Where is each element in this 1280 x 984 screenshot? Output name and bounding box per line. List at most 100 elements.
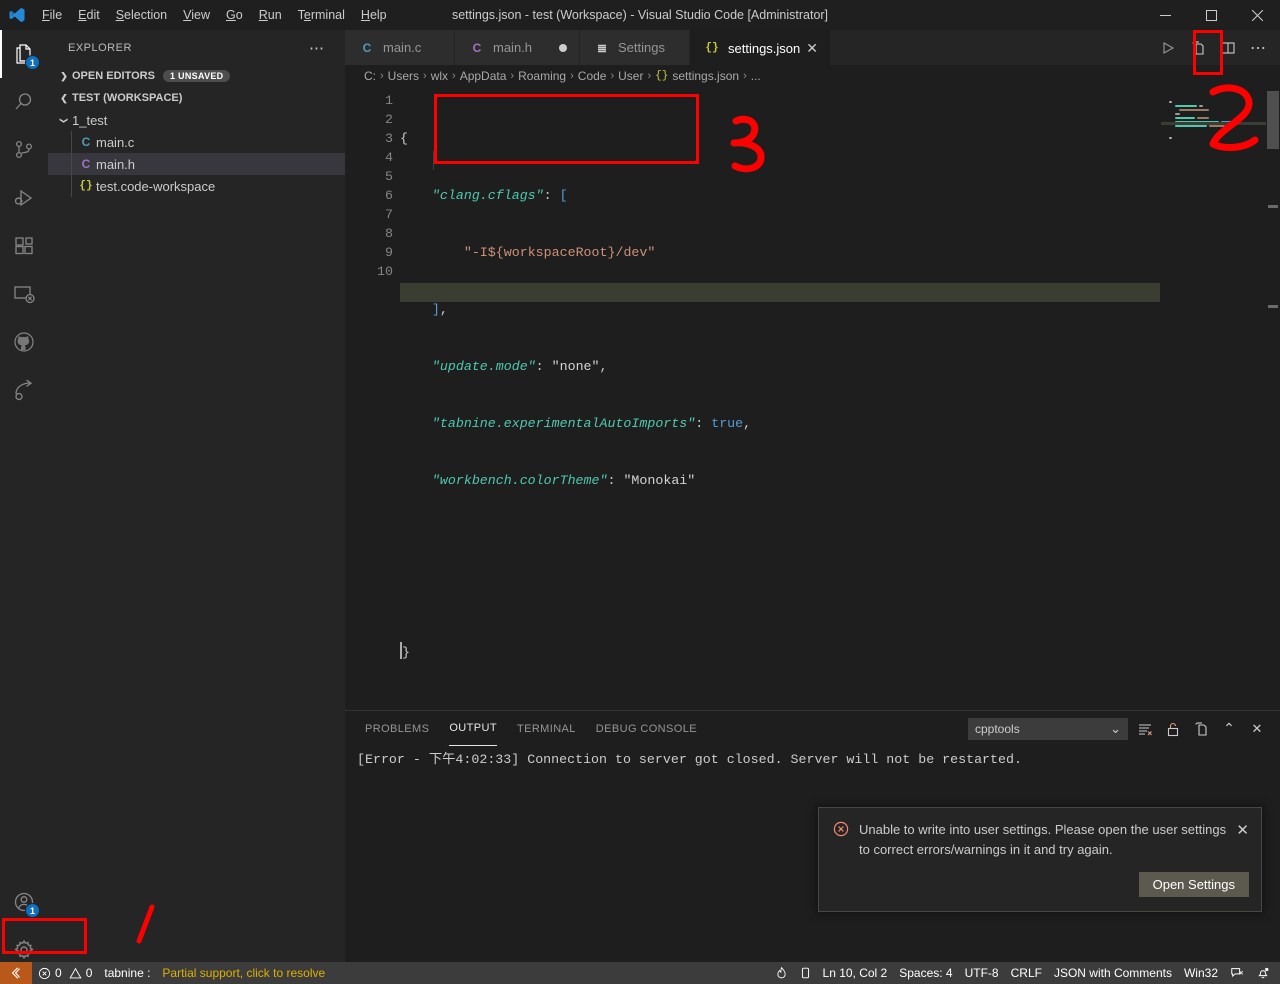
close-button[interactable] [1234,0,1280,30]
split-editor-icon[interactable] [1214,30,1242,65]
breadcrumb-item[interactable]: AppData [460,69,507,83]
open-in-editor-icon[interactable] [1190,718,1212,740]
menu-go[interactable]: Go [218,0,251,30]
menu-terminal[interactable]: Terminal [290,0,353,30]
tab-close-icon[interactable]: ✕ [806,40,818,57]
editor-minimap[interactable] [1161,87,1266,717]
minimize-button[interactable] [1142,0,1188,30]
line-number: 1 [385,93,393,108]
activity-item-accounts[interactable]: 1 [0,878,48,926]
panel-tab-output[interactable]: OUTPUT [449,711,497,746]
chevron-right-icon: › [647,70,652,82]
activity-item-extensions[interactable] [0,222,48,270]
menu-view[interactable]: View [175,0,218,30]
editor-vertical-scrollbar[interactable] [1266,87,1280,717]
tab-settings[interactable]: ≣ Settings [580,30,690,65]
panel-tab-terminal[interactable]: TERMINAL [517,711,576,746]
chevron-right-icon: › [380,70,384,82]
open-settings-button[interactable]: Open Settings [1138,872,1249,897]
open-changes-icon[interactable] [1184,30,1212,65]
status-battery-icon[interactable] [794,962,817,984]
status-indentation[interactable]: Spaces: 4 [893,962,958,984]
activity-item-search[interactable] [0,78,48,126]
tab-main-h[interactable]: C main.h [455,30,580,65]
tree-item-folder-1_test[interactable]: ❯ 1_test [48,109,345,131]
code-content[interactable]: { "clang.cflags": [ "-I${workspaceRoot}/… [400,87,1280,699]
activity-item-explorer[interactable]: 1 [0,30,48,78]
breadcrumb-item[interactable]: ... [751,69,761,83]
status-problems[interactable]: 0 0 [32,962,98,984]
json-key: "clang.cflags" [431,188,544,203]
lock-scroll-icon[interactable] [1162,718,1184,740]
status-partial-support[interactable]: Partial support, click to resolve [156,962,331,984]
line-number: 7 [385,207,393,222]
scrollbar-thumb[interactable] [1267,91,1279,149]
sidebar-more-actions-icon[interactable]: ⋯ [309,39,325,57]
status-language-mode[interactable]: JSON with Comments [1048,962,1178,984]
json-key: "update.mode" [431,359,536,374]
status-eol[interactable]: CRLF [1005,962,1048,984]
section-open-editors[interactable]: ❯ OPEN EDITORS 1 UNSAVED [48,65,345,87]
editor-tab-bar: C main.c C main.h ≣ Settings {} settings… [345,30,1280,65]
run-code-icon[interactable] [1154,30,1182,65]
breadcrumb-item[interactable]: settings.json [672,69,739,83]
activity-item-remote-explorer[interactable] [0,270,48,318]
breadcrumb-item[interactable]: User [618,69,643,83]
tree-item-test-code-workspace[interactable]: {} test.code-workspace [48,175,345,197]
code-editor[interactable]: 1 2 3 4 5 6 7 8 9 10 { "clang.cflags": [… [345,87,1280,717]
status-notifications-bell-icon[interactable] [1250,962,1280,984]
status-bar: 0 0 tabnine : Partial support, click to … [0,962,1280,984]
more-actions-icon[interactable]: ⋯ [1244,30,1272,65]
menu-edit[interactable]: Edit [70,0,108,30]
status-encoding[interactable]: UTF-8 [959,962,1005,984]
tree-item-main-c[interactable]: C main.c [48,131,345,153]
json-file-icon: {} [705,42,719,54]
remote-indicator-icon[interactable] [0,962,32,984]
breadcrumb-item[interactable]: Users [388,69,419,83]
status-cursor-position[interactable]: Ln 10, Col 2 [817,962,894,984]
clear-output-icon[interactable] [1134,718,1156,740]
tab-settings-json[interactable]: {} settings.json ✕ [690,30,831,65]
line-number: 10 [377,264,393,279]
menu-help[interactable]: Help [353,0,395,30]
status-platform[interactable]: Win32 [1178,962,1224,984]
minimap-line [1169,113,1266,123]
breadcrumb-item[interactable]: Roaming [518,69,566,83]
activity-item-live-share[interactable] [0,366,48,414]
notification-actions: Open Settings [819,866,1261,911]
tab-main-c[interactable]: C main.c [345,30,455,65]
tree-item-main-h[interactable]: C main.h [48,153,345,175]
code-line-7: "workbench.colorTheme": "Monokai" [431,473,696,488]
menu-run[interactable]: Run [251,0,290,30]
menu-selection[interactable]: Selection [108,0,175,30]
panel-tab-debug-console[interactable]: DEBUG CONSOLE [596,711,697,746]
status-feedback-icon[interactable] [1224,962,1250,984]
indent-guide [71,175,72,197]
output-channel-select[interactable]: cpptools ⌄ [968,717,1128,740]
tab-label: Settings [618,40,665,55]
tab-label: main.c [383,40,422,55]
status-tabnine[interactable]: tabnine : [98,962,156,984]
close-icon[interactable]: ✕ [1236,821,1249,860]
close-panel-icon[interactable]: ✕ [1246,718,1268,740]
maximize-button[interactable] [1188,0,1234,30]
json-key: "tabnine.experimentalAutoImports" [431,416,696,431]
maximize-panel-icon[interactable]: ⌃ [1218,718,1240,740]
panel-tab-problems[interactable]: PROBLEMS [365,711,429,746]
tab-label: settings.json [728,40,801,56]
breadcrumb-item[interactable]: Code [578,69,607,83]
dirty-indicator[interactable] [559,43,567,52]
line-number: 6 [385,188,393,203]
breadcrumb-item[interactable]: C: [364,69,376,83]
indent-guide [71,153,72,175]
status-heat-icon[interactable] [769,962,794,984]
activity-item-source-control[interactable] [0,126,48,174]
menu-file[interactable]: File [34,0,70,30]
activity-item-github[interactable] [0,318,48,366]
line-number: 5 [385,169,393,184]
breadcrumb-item[interactable]: wlx [431,69,448,83]
activity-item-run-debug[interactable] [0,174,48,222]
menu-bar: File Edit Selection View Go Run Terminal… [34,0,395,30]
section-workspace[interactable]: ❮ TEST (WORKSPACE) [48,87,345,109]
